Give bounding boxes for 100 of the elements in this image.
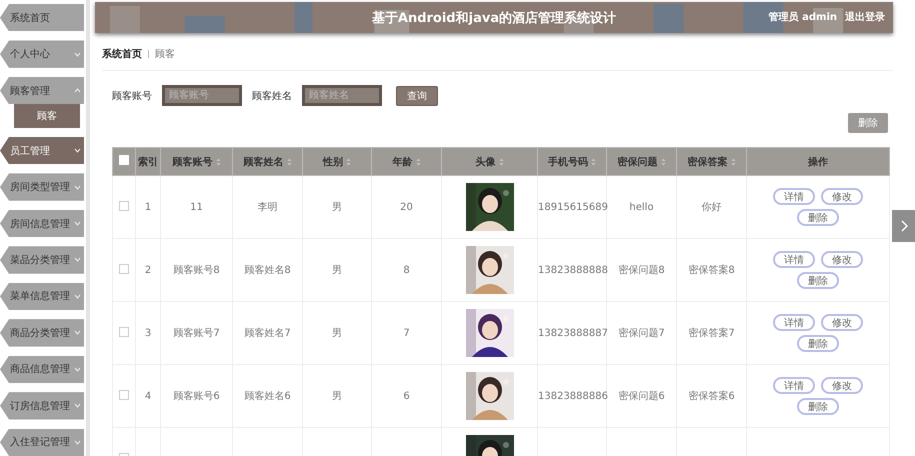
column-header: 操作 bbox=[808, 156, 828, 168]
sort-icon[interactable] bbox=[416, 158, 420, 166]
column-header: 顾客账号 bbox=[172, 155, 212, 168]
action-button[interactable]: 详情 bbox=[773, 251, 815, 268]
table-cell: 8 bbox=[403, 264, 410, 276]
action-button[interactable]: 修改 bbox=[821, 377, 863, 394]
table-cell: 顾客姓名8 bbox=[244, 265, 291, 276]
action-button[interactable]: 删除 bbox=[797, 398, 839, 415]
table-cell: 男 bbox=[332, 265, 342, 276]
table-cell: 3 bbox=[144, 328, 152, 338]
sort-icon[interactable] bbox=[286, 158, 292, 166]
sort-icon[interactable] bbox=[216, 158, 220, 166]
chevron-right-icon bbox=[900, 220, 908, 232]
table-cell: 13823888886 bbox=[538, 390, 608, 402]
table-cell: 密保问题6 bbox=[618, 391, 665, 402]
table-cell: 密保答案8 bbox=[688, 265, 735, 276]
chevron-icon bbox=[74, 403, 81, 408]
sidebar-item[interactable]: 菜单信息管理 bbox=[0, 282, 84, 310]
action-button[interactable]: 删除 bbox=[797, 209, 839, 226]
table-cell: 7 bbox=[403, 328, 410, 338]
logout-link[interactable]: 退出登录 bbox=[845, 10, 885, 24]
action-button[interactable]: 详情 bbox=[773, 188, 815, 205]
table-cell: 6 bbox=[403, 390, 410, 402]
input-field[interactable]: 顾客姓名 bbox=[302, 85, 382, 106]
chevron-icon bbox=[74, 184, 81, 190]
table-cell: 顾客姓名7 bbox=[244, 328, 291, 339]
sidebar-item[interactable]: 订房信息管理 bbox=[0, 392, 84, 420]
sidebar-item[interactable]: 菜品分类管理 bbox=[0, 246, 84, 274]
column-header: 顾客姓名 bbox=[244, 155, 284, 168]
table-cell: 13823888887 bbox=[538, 328, 608, 338]
sort-icon[interactable] bbox=[498, 158, 504, 166]
table-cell: 男 bbox=[332, 328, 342, 339]
sidebar-item[interactable]: 顾客管理 bbox=[0, 76, 84, 104]
table-cell: 密保问题8 bbox=[618, 265, 665, 276]
table-cell: 密保问题7 bbox=[618, 328, 665, 339]
column-header: 年龄 bbox=[392, 156, 412, 168]
sidebar-item[interactable]: 个人中心 bbox=[0, 40, 84, 68]
sort-icon[interactable] bbox=[660, 158, 666, 166]
table-cell: 18915615689 bbox=[538, 202, 608, 212]
search-button[interactable]: 查询 bbox=[396, 86, 438, 106]
chevron-icon bbox=[74, 221, 81, 226]
system-title: 基于Android和java的酒店管理系统设计 bbox=[372, 10, 616, 26]
table-cell: 20 bbox=[400, 202, 413, 212]
sidebar-item[interactable]: 系统首页 bbox=[0, 4, 84, 32]
chevron-icon bbox=[74, 330, 81, 336]
table-cell: 男 bbox=[332, 391, 342, 402]
next-page-button[interactable] bbox=[892, 210, 915, 242]
chevron-icon bbox=[74, 257, 81, 262]
user-label: 管理员 admin bbox=[768, 10, 837, 24]
sort-icon[interactable] bbox=[730, 158, 736, 166]
column-header: 密保答案 bbox=[688, 155, 728, 168]
column-header: 密保问题 bbox=[618, 156, 658, 168]
action-button[interactable]: 删除 bbox=[797, 272, 839, 289]
checkbox[interactable] bbox=[119, 264, 129, 274]
table-cell: 顾客账号7 bbox=[173, 328, 220, 339]
table-cell: 13823888888 bbox=[538, 264, 608, 276]
chevron-icon bbox=[74, 52, 81, 57]
action-button[interactable]: 详情 bbox=[773, 314, 815, 331]
table-cell: 男 bbox=[332, 202, 342, 213]
sidebar-item[interactable]: 入住登记管理 bbox=[0, 428, 84, 456]
sidebar-item[interactable]: 员工管理 bbox=[0, 136, 84, 164]
breadcrumb-item[interactable]: 系统首页 bbox=[102, 47, 142, 61]
table-cell: 你好 bbox=[702, 202, 722, 213]
field-label: 顾客账号 bbox=[112, 90, 152, 102]
chevron-icon bbox=[74, 440, 81, 445]
chevron-icon bbox=[74, 294, 81, 299]
sidebar-item[interactable]: 房间类型管理 bbox=[0, 173, 84, 201]
column-header: 头像 bbox=[476, 156, 496, 168]
table-cell: 密保答案6 bbox=[688, 391, 735, 402]
chevron-icon bbox=[74, 366, 81, 372]
sidebar-subitem[interactable]: 顾客 bbox=[14, 104, 80, 128]
action-button[interactable]: 修改 bbox=[821, 314, 863, 331]
checkbox[interactable] bbox=[119, 200, 129, 210]
checkbox[interactable] bbox=[119, 326, 129, 336]
delete-button[interactable]: 删除 bbox=[848, 113, 888, 133]
table-cell: 顾客账号8 bbox=[173, 265, 220, 276]
field-label: 顾客姓名 bbox=[252, 90, 292, 102]
checkbox[interactable] bbox=[119, 390, 129, 400]
table-cell: 11 bbox=[190, 202, 203, 212]
table-cell: 顾客姓名6 bbox=[244, 391, 291, 402]
sort-icon[interactable] bbox=[346, 158, 351, 166]
table-cell: 1 bbox=[144, 202, 152, 212]
table-cell: 李明 bbox=[258, 202, 278, 213]
action-button[interactable]: 删除 bbox=[797, 335, 839, 352]
breadcrumb-item: 顾客 bbox=[155, 48, 175, 61]
chevron-icon bbox=[74, 148, 81, 154]
sidebar-item[interactable]: 商品信息管理 bbox=[0, 356, 84, 384]
column-header: 手机号码 bbox=[548, 156, 588, 168]
table-cell: hello bbox=[629, 202, 654, 212]
action-button[interactable]: 详情 bbox=[773, 377, 815, 394]
input-field[interactable]: 顾客账号 bbox=[162, 85, 242, 106]
sort-icon[interactable] bbox=[591, 158, 596, 166]
table-cell: 密保答案7 bbox=[688, 328, 735, 339]
sidebar-item[interactable]: 房间信息管理 bbox=[0, 210, 84, 238]
table-cell: 4 bbox=[144, 390, 152, 402]
column-header: 索引 bbox=[138, 156, 158, 168]
sidebar-item[interactable]: 商品分类管理 bbox=[0, 319, 84, 347]
action-button[interactable]: 修改 bbox=[821, 251, 863, 268]
table-cell: 2 bbox=[144, 264, 152, 276]
action-button[interactable]: 修改 bbox=[821, 188, 863, 205]
